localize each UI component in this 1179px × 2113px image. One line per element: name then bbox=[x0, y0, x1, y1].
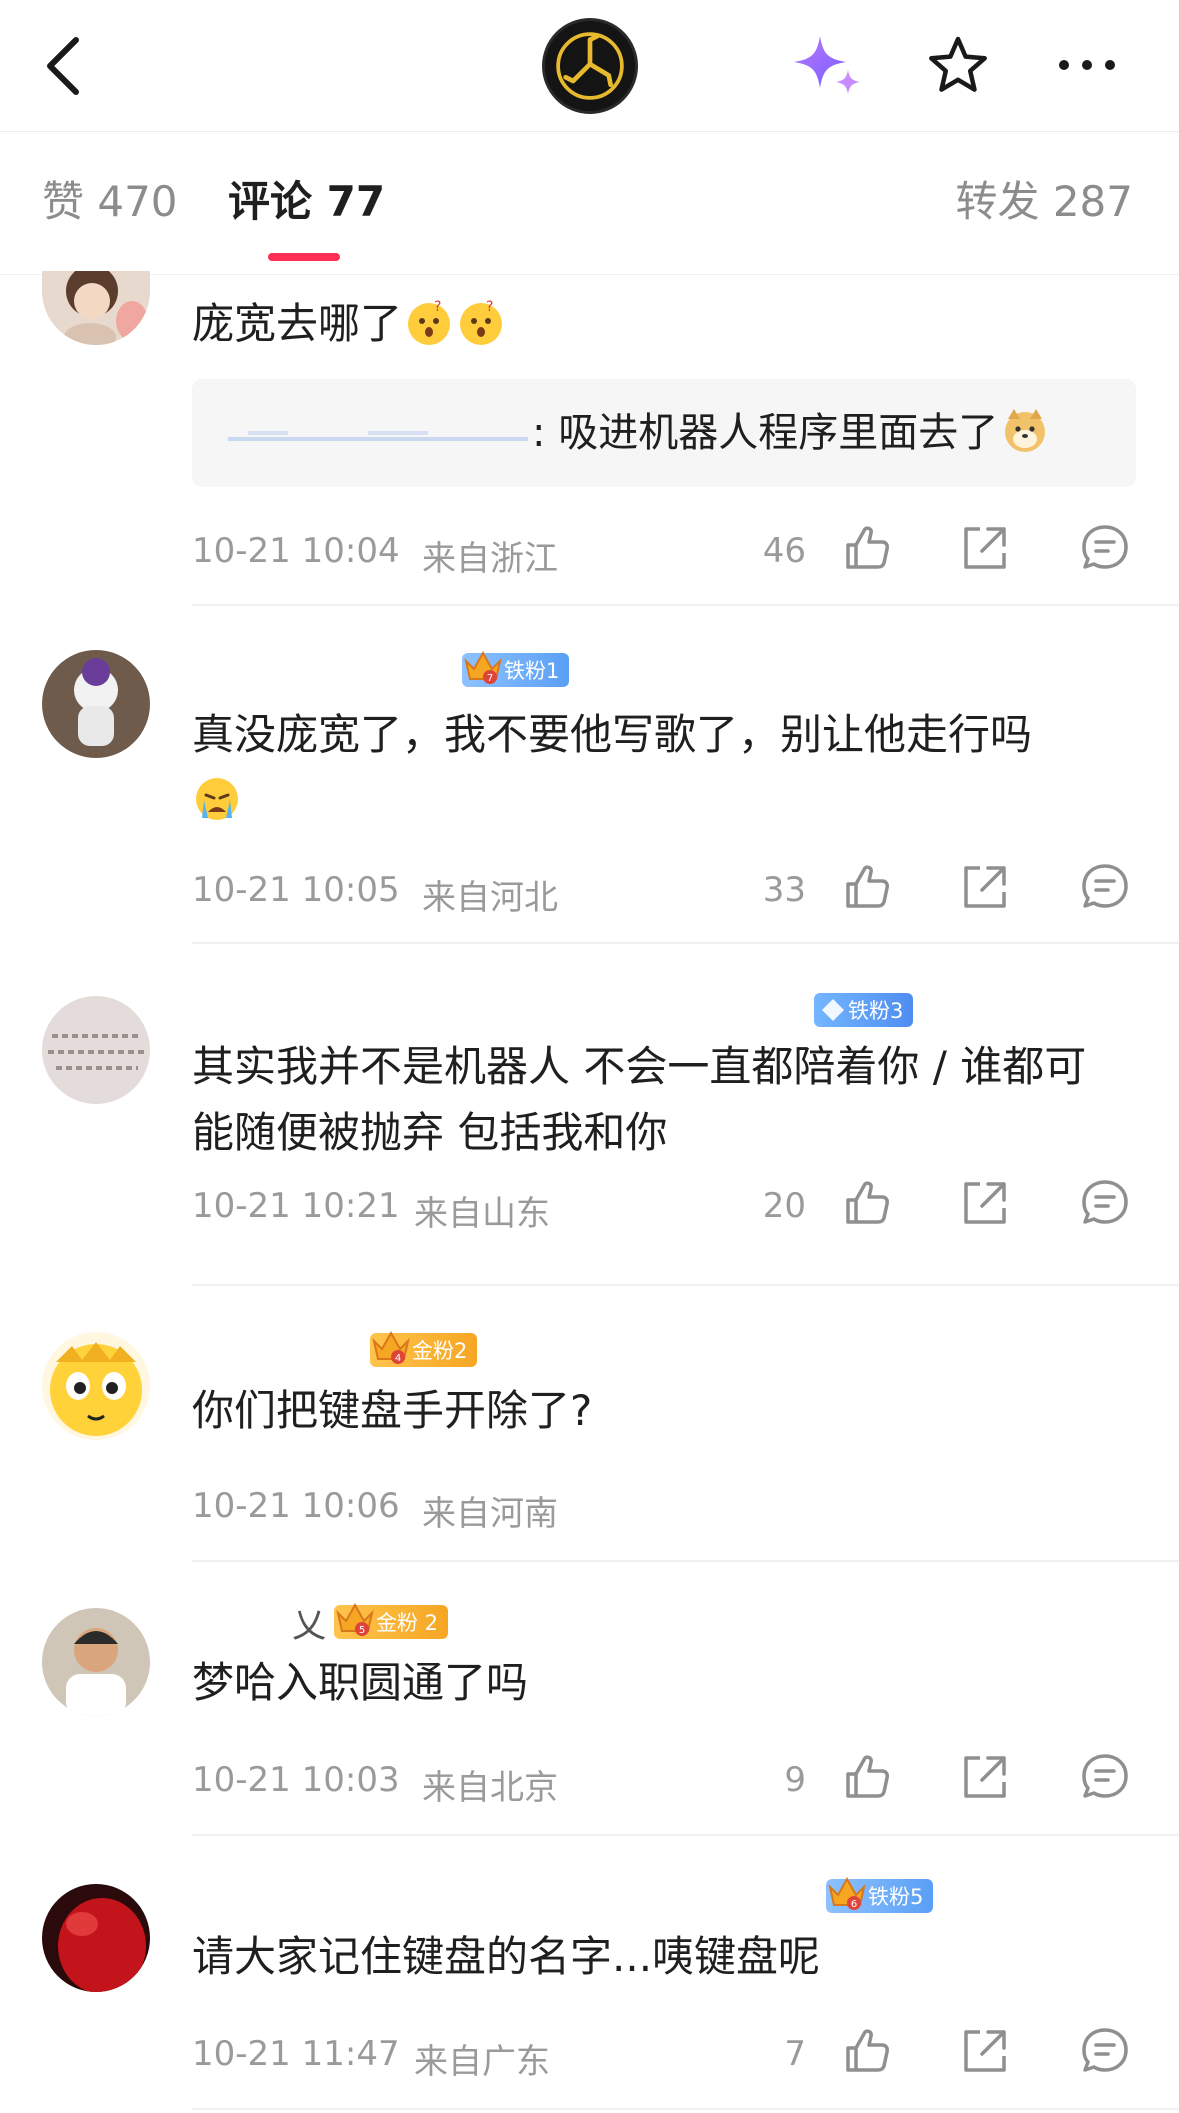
more-horizontal-icon[interactable] bbox=[1056, 46, 1118, 84]
fan-badge[interactable]: 4 金粉2 bbox=[370, 1330, 478, 1367]
comment-time: 10-21 10:21 bbox=[192, 1186, 400, 1226]
tab-reposts[interactable]: 转发 287 bbox=[955, 175, 1133, 229]
avatar[interactable] bbox=[42, 1332, 150, 1440]
crown-level-icon: 6 bbox=[828, 1876, 866, 1910]
comment-time: 10-21 10:04 bbox=[192, 531, 400, 571]
tab-comments[interactable]: 评论 77 bbox=[228, 175, 385, 229]
fan-badge-row: 6 铁粉5 bbox=[826, 1876, 934, 1916]
comment-time: 10-21 10:03 bbox=[192, 1760, 400, 1800]
comment-location: 来自河南 bbox=[422, 1494, 558, 1534]
fan-badge[interactable]: 5 金粉 2 bbox=[334, 1602, 449, 1639]
comment-location: 来自山东 bbox=[414, 1194, 550, 1234]
fan-badge-row: 4 金粉2 bbox=[370, 1330, 478, 1370]
share-icon[interactable] bbox=[958, 521, 1012, 575]
comment-text: 梦哈入职圆通了吗 bbox=[192, 1658, 529, 1707]
crown-level-icon: 4 bbox=[372, 1330, 410, 1364]
divider bbox=[192, 2108, 1179, 2110]
fan-badge[interactable]: 6 铁粉5 bbox=[826, 1876, 934, 1913]
share-icon[interactable] bbox=[958, 860, 1012, 914]
reply-icon[interactable] bbox=[1078, 1176, 1132, 1230]
svg-text:7: 7 bbox=[487, 673, 493, 684]
comment-location: 来自广东 bbox=[414, 2042, 550, 2082]
thumbs-up-icon[interactable] bbox=[840, 2024, 894, 2078]
active-tab-indicator bbox=[268, 253, 340, 261]
comment-text: 你们把键盘手开除了? bbox=[192, 1386, 593, 1435]
tab-bar: 赞 470 评论 77 转发 287 bbox=[0, 133, 1179, 275]
avatar[interactable] bbox=[42, 996, 150, 1104]
share-icon[interactable] bbox=[958, 1750, 1012, 1804]
share-icon[interactable] bbox=[958, 1176, 1012, 1230]
divider bbox=[192, 1284, 1179, 1286]
username-fragment[interactable]: 乂 bbox=[292, 1598, 326, 1647]
back-icon[interactable] bbox=[40, 34, 88, 98]
surprised-emoji-icon: ? bbox=[456, 297, 506, 347]
thumbs-up-icon[interactable] bbox=[840, 521, 894, 575]
avatar[interactable] bbox=[42, 1884, 150, 1992]
avatar[interactable] bbox=[42, 1608, 150, 1716]
comment-text: 庞宽去哪了?? bbox=[192, 291, 1122, 357]
fan-badge-row: 7 铁粉1 bbox=[462, 650, 570, 690]
fan-badge-row: 铁粉3 bbox=[814, 990, 914, 1030]
comment-text: 其实我并不是机器人 不会一直都陪着你 / 谁都可能随便被抛弃 包括我和你 bbox=[192, 1042, 1087, 1157]
avatar[interactable] bbox=[42, 650, 150, 758]
thumbs-up-icon[interactable] bbox=[840, 1176, 894, 1230]
comment-meta: 10-21 10:21 来自山东 20 bbox=[192, 1176, 1136, 1236]
svg-text:4: 4 bbox=[395, 1353, 401, 1364]
comment-time: 10-21 10:06 bbox=[192, 1486, 400, 1526]
comment-meta: 10-21 10:05 来自河北 33 bbox=[192, 860, 1136, 920]
band-logo-icon[interactable] bbox=[542, 18, 638, 114]
surprised-emoji-icon: ? bbox=[404, 297, 454, 347]
svg-text:5: 5 bbox=[359, 1625, 365, 1636]
divider bbox=[192, 604, 1179, 606]
like-count: 7 bbox=[784, 2034, 806, 2074]
crying-emoji-icon bbox=[192, 774, 242, 824]
comment-time: 10-21 10:05 bbox=[192, 870, 400, 910]
reply-preview[interactable]: : 吸进机器人程序里面去了 bbox=[192, 379, 1136, 487]
like-count: 33 bbox=[762, 870, 806, 910]
avatar[interactable] bbox=[42, 271, 150, 345]
reply-icon[interactable] bbox=[1078, 521, 1132, 575]
thumbs-up-icon[interactable] bbox=[840, 1750, 894, 1804]
star-outline-icon[interactable] bbox=[926, 34, 990, 98]
crown-level-icon: 7 bbox=[464, 650, 502, 684]
reply-text: : 吸进机器人程序里面去了 bbox=[532, 405, 1050, 461]
comment-location: 来自河北 bbox=[422, 878, 558, 918]
like-count: 46 bbox=[762, 531, 806, 571]
share-icon[interactable] bbox=[958, 2024, 1012, 2078]
crown-level-icon: 5 bbox=[336, 1602, 374, 1636]
divider bbox=[192, 942, 1179, 944]
comment-text: 请大家记住键盘的名字...咦键盘呢 bbox=[192, 1932, 821, 1981]
comment-text: 真没庞宽了，我不要他写歌了，别让他走行吗 bbox=[192, 702, 1122, 834]
diamond-icon bbox=[822, 999, 844, 1021]
tab-likes[interactable]: 赞 470 bbox=[42, 175, 178, 229]
comment-meta: 10-21 11:47 来自广东 7 bbox=[192, 2024, 1136, 2084]
sparkle-icon[interactable] bbox=[790, 32, 866, 100]
divider bbox=[192, 1834, 1179, 1836]
thumbs-up-icon[interactable] bbox=[840, 860, 894, 914]
comment-time: 10-21 11:47 bbox=[192, 2034, 400, 2074]
comment-location: 来自北京 bbox=[422, 1768, 558, 1808]
reply-author-redacted bbox=[228, 407, 528, 457]
reply-icon[interactable] bbox=[1078, 860, 1132, 914]
svg-text:?: ? bbox=[486, 299, 493, 315]
like-count: 20 bbox=[762, 1186, 806, 1226]
fan-badge-row: 乂 5 金粉 2 bbox=[292, 1602, 449, 1646]
reply-icon[interactable] bbox=[1078, 2024, 1132, 2078]
comment-meta: 10-21 10:03 来自北京 9 bbox=[192, 1750, 1136, 1810]
comment-meta: 10-21 10:06 来自河南 bbox=[192, 1476, 1136, 1536]
doge-emoji-icon bbox=[1000, 405, 1050, 455]
divider bbox=[192, 1560, 1179, 1562]
fan-badge[interactable]: 7 铁粉1 bbox=[462, 650, 570, 687]
svg-text:?: ? bbox=[434, 299, 441, 315]
comment-location: 来自浙江 bbox=[422, 539, 558, 579]
svg-text:6: 6 bbox=[851, 1899, 857, 1910]
top-bar bbox=[0, 0, 1179, 132]
reply-icon[interactable] bbox=[1078, 1750, 1132, 1804]
comment-meta: 10-21 10:04 来自浙江 46 bbox=[192, 521, 1136, 581]
fan-badge[interactable]: 铁粉3 bbox=[814, 993, 914, 1027]
like-count: 9 bbox=[784, 1760, 806, 1800]
